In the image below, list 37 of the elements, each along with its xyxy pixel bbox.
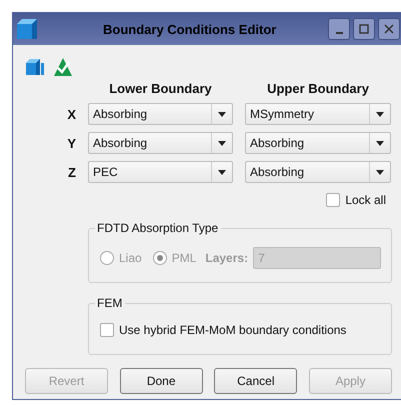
layers-label: Layers: (205, 251, 248, 265)
minimize-icon (336, 32, 342, 34)
dropdown-arrow-icon (218, 140, 226, 146)
boundary-dropdown[interactable]: MSymmetry (245, 103, 391, 125)
column-header: Lower Boundary (108, 81, 213, 96)
fem-checkbox[interactable] (100, 323, 114, 337)
group-title: FDTD Absorption Type (95, 221, 222, 236)
axis-label: X (66, 106, 76, 122)
close-icon (383, 23, 395, 35)
dropdown-arrow-icon (218, 170, 226, 174)
window-title: Boundary Conditions Editor (103, 22, 276, 36)
fem-checkbox-label: Use hybrid FEM-MoM boundary conditions (119, 323, 346, 337)
lock-all-label: Lock all (345, 193, 386, 207)
boundary-dropdown[interactable]: Absorbing (245, 132, 391, 154)
check-triangle-icon[interactable] (53, 57, 73, 77)
boundary-dropdown[interactable]: Absorbing (245, 161, 391, 183)
maximize-icon (358, 23, 370, 35)
axis-label: Y (66, 136, 76, 150)
boundary-dropdown[interactable]: Absorbing (88, 103, 233, 125)
dropdown-arrow-icon (376, 112, 384, 116)
maximize-button[interactable] (353, 18, 375, 40)
radio-label: Liao (119, 251, 142, 265)
dropdown-arrow-icon (376, 170, 384, 174)
dialog-button[interactable]: Done (120, 368, 203, 394)
lock-all-checkbox[interactable] (326, 193, 340, 207)
cube-icon[interactable] (25, 57, 45, 77)
radio-label: PML (172, 251, 196, 265)
cube-icon (15, 17, 39, 41)
boundary-dropdown[interactable]: PEC (88, 161, 233, 183)
dialog-button[interactable]: Cancel (214, 368, 298, 394)
axis-label: Z (67, 164, 76, 180)
close-button[interactable] (378, 18, 400, 40)
minimize-button[interactable] (328, 18, 350, 40)
dropdown-arrow-icon (376, 140, 384, 146)
boundary-dropdown[interactable]: Absorbing (88, 132, 233, 154)
column-header: Upper Boundary (266, 81, 370, 96)
dropdown-arrow-icon (218, 112, 226, 116)
